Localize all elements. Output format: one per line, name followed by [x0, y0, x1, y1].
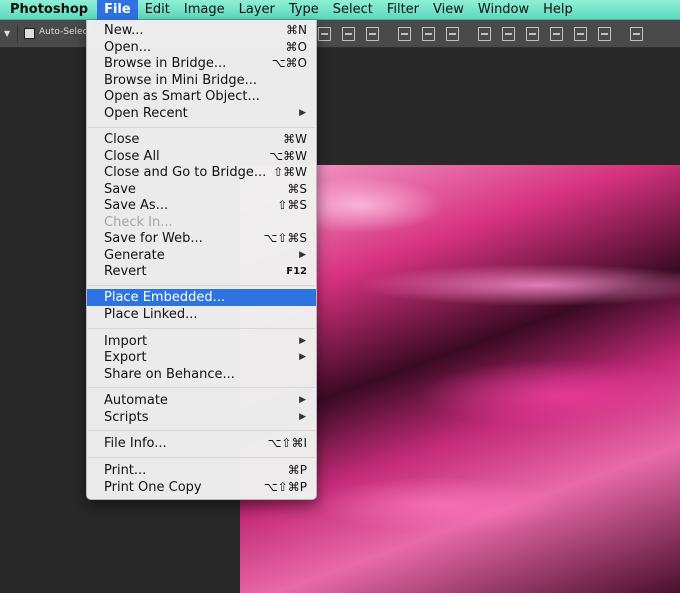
- menu-item-browse-in-bridge[interactable]: Browse in Bridge... ⌥⌘O: [87, 55, 316, 72]
- menu-item-export[interactable]: Export ▶: [87, 349, 316, 366]
- auto-align-layers-icon[interactable]: [630, 27, 643, 41]
- menu-separator: [88, 127, 315, 128]
- menu-file[interactable]: File: [97, 0, 138, 20]
- menu-separator: [88, 430, 315, 431]
- align-right-edges-icon[interactable]: [446, 27, 459, 41]
- submenu-arrow-icon: ▶: [299, 108, 306, 118]
- menu-item-open-as-smart-object[interactable]: Open as Smart Object...: [87, 88, 316, 105]
- menu-item-generate[interactable]: Generate ▶: [87, 247, 316, 264]
- distribute-right-edges-icon[interactable]: [598, 27, 611, 41]
- menu-type[interactable]: Type: [282, 0, 326, 20]
- file-menu-dropdown: New... ⌘N Open... ⌘O Browse in Bridge... ⌥⌘…: [86, 20, 317, 500]
- menu-item-revert[interactable]: Revert F12: [87, 263, 316, 280]
- menu-item-place-linked[interactable]: Place Linked...: [87, 306, 316, 323]
- menu-item-browse-in-mini-bridge[interactable]: Browse in Mini Bridge...: [87, 72, 316, 89]
- align-left-edges-icon[interactable]: [398, 27, 411, 41]
- menu-item-save-for-web[interactable]: Save for Web... ⌥⇧⌘S: [87, 230, 316, 247]
- menu-image[interactable]: Image: [177, 0, 232, 20]
- submenu-arrow-icon: ▶: [299, 250, 306, 260]
- menu-edit[interactable]: Edit: [138, 0, 177, 20]
- menu-separator: [88, 387, 315, 388]
- align-horizontal-centers-icon[interactable]: [422, 27, 435, 41]
- align-bottom-edges-icon[interactable]: [366, 27, 379, 41]
- submenu-arrow-icon: ▶: [299, 336, 306, 346]
- menu-item-print-one-copy[interactable]: Print One Copy ⌥⇧⌘P: [87, 479, 316, 496]
- distribute-vertical-centers-icon[interactable]: [502, 27, 515, 41]
- menu-item-import[interactable]: Import ▶: [87, 333, 316, 350]
- menu-window[interactable]: Window: [471, 0, 536, 20]
- menu-item-automate[interactable]: Automate ▶: [87, 392, 316, 409]
- menu-item-share-on-behance[interactable]: Share on Behance...: [87, 366, 316, 383]
- menu-help[interactable]: Help: [536, 0, 580, 20]
- menu-item-file-info[interactable]: File Info... ⌥⇧⌘I: [87, 435, 316, 452]
- menu-item-print[interactable]: Print... ⌘P: [87, 462, 316, 479]
- tool-preset-dropdown-icon[interactable]: ▼: [4, 29, 10, 38]
- menu-separator: [88, 328, 315, 329]
- menu-item-open[interactable]: Open... ⌘O: [87, 39, 316, 56]
- menu-bar: Photoshop File Edit Image Layer Type Sel…: [0, 0, 680, 20]
- submenu-arrow-icon: ▶: [299, 412, 306, 422]
- menu-item-new[interactable]: New... ⌘N: [87, 22, 316, 39]
- options-divider: [17, 25, 18, 43]
- distribute-left-edges-icon[interactable]: [550, 27, 563, 41]
- app-menu-photoshop[interactable]: Photoshop: [0, 0, 97, 20]
- menu-item-check-in: Check In...: [104, 215, 173, 230]
- menu-item-close-all[interactable]: Close All ⌥⌘W: [87, 148, 316, 165]
- align-top-edges-icon[interactable]: [318, 27, 331, 41]
- menu-item-open-recent[interactable]: Open Recent ▶: [87, 105, 316, 122]
- menu-layer[interactable]: Layer: [232, 0, 282, 20]
- submenu-arrow-icon: ▶: [299, 395, 306, 405]
- menu-item-close[interactable]: Close ⌘W: [87, 131, 316, 148]
- distribute-horizontal-centers-icon[interactable]: [574, 27, 587, 41]
- menu-filter[interactable]: Filter: [380, 0, 426, 20]
- menu-item-scripts[interactable]: Scripts ▶: [87, 409, 316, 426]
- menu-separator: [88, 457, 315, 458]
- auto-select-checkbox[interactable]: [24, 28, 35, 39]
- distribute-bottom-edges-icon[interactable]: [526, 27, 539, 41]
- menu-item-save[interactable]: Save ⌘S: [87, 181, 316, 198]
- align-toolbar: [318, 25, 654, 43]
- menu-item-place-embedded[interactable]: Place Embedded...: [87, 289, 316, 306]
- submenu-arrow-icon: ▶: [299, 352, 306, 362]
- menu-select[interactable]: Select: [326, 0, 380, 20]
- menu-separator: [88, 285, 315, 286]
- menu-item-close-and-go-to-bridge[interactable]: Close and Go to Bridge... ⇧⌘W: [87, 164, 316, 181]
- menu-view[interactable]: View: [426, 0, 471, 20]
- align-vertical-centers-icon[interactable]: [342, 27, 355, 41]
- menu-item-save-as[interactable]: Save As... ⇧⌘S: [87, 197, 316, 214]
- distribute-top-edges-icon[interactable]: [478, 27, 491, 41]
